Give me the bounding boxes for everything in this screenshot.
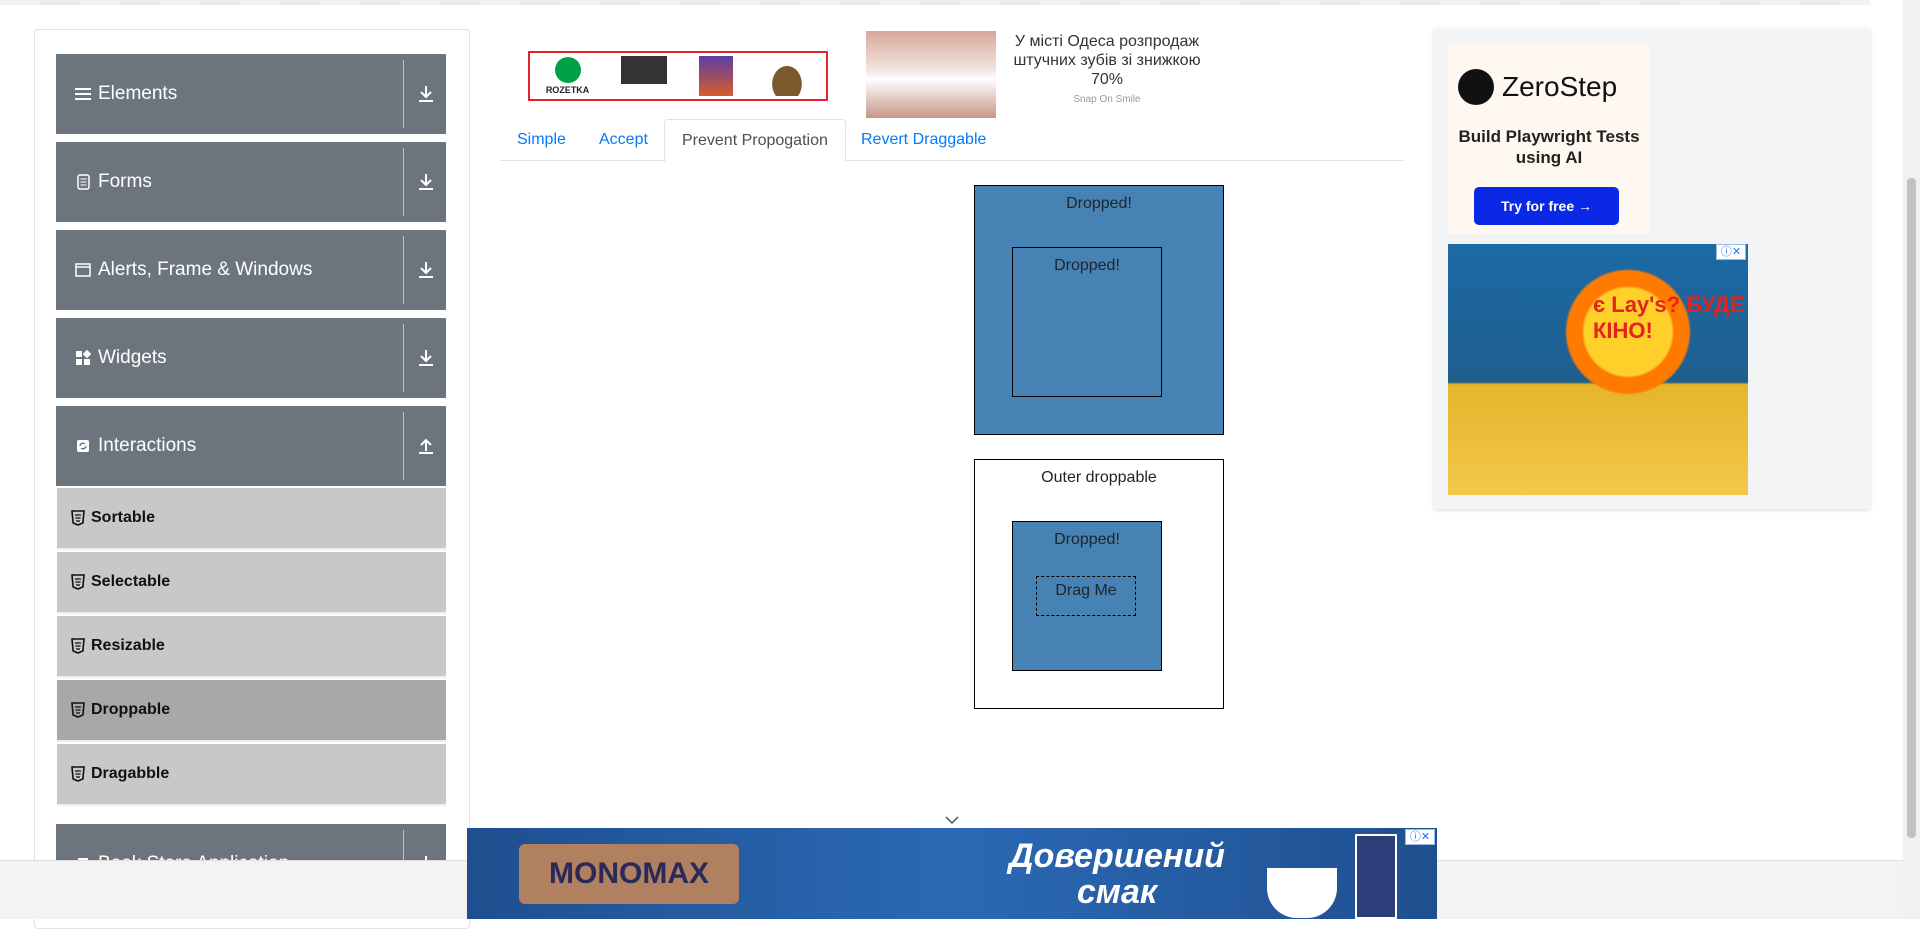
html5-icon (71, 766, 85, 782)
scrollbar-thumb[interactable] (1907, 178, 1916, 838)
divider (403, 324, 404, 392)
monomax-slogan: Довершений смак (1009, 837, 1225, 911)
tab-revert-draggable[interactable]: Revert Draggable (844, 119, 1003, 161)
html5-icon (71, 702, 85, 718)
top-decorative-strip (0, 0, 1870, 5)
sidebar-item-label: Dragabble (91, 765, 170, 782)
greedy-drop-box-inner[interactable]: Dropped! (1012, 247, 1162, 397)
lays-ad-text: є Lay's? БУДЕ КІНО! (1593, 292, 1745, 343)
zerostep-ad[interactable]: ZeroStep Build Playwright Tests using AI… (1448, 44, 1650, 234)
group-label: Widgets (98, 347, 167, 368)
rozetka-banner-ad[interactable]: ROZETKA (528, 51, 828, 101)
document-icon (74, 173, 92, 191)
upload-arrow-icon[interactable] (414, 434, 438, 458)
inner-dropped-label: Dropped! (1054, 531, 1120, 548)
zerostep-name: ZeroStep (1502, 71, 1618, 102)
sidebar-item-droppable[interactable]: Droppable (57, 680, 446, 742)
tab-prevent-propogation[interactable]: Prevent Propogation (664, 119, 846, 162)
sidebar-item-label: Selectable (91, 573, 171, 590)
monitor-product-image (620, 56, 667, 96)
download-arrow-icon[interactable] (414, 258, 438, 282)
monomax-ad[interactable]: MONOMAX Довершений смак (467, 828, 1437, 919)
hamburger-icon (74, 85, 92, 103)
adchoices-icon[interactable]: ⓘ✕ (1405, 829, 1435, 845)
group-header-elements[interactable]: Elements (56, 54, 446, 134)
left-sidebar: Elements Forms Alerts, Frame & Windows W… (34, 29, 470, 929)
sidebar-item-label: Resizable (91, 637, 165, 654)
game-product-image (698, 56, 733, 96)
window-icon (74, 261, 92, 279)
group-label: Forms (98, 171, 152, 192)
rozetka-logo: ROZETKA (545, 57, 590, 95)
download-arrow-icon[interactable] (414, 82, 438, 106)
coffee-cup-image (1267, 868, 1337, 918)
group-header-alerts[interactable]: Alerts, Frame & Windows (56, 230, 446, 310)
html5-icon (71, 574, 85, 590)
grid-icon (74, 349, 92, 367)
sidebar-item-label: Droppable (91, 701, 171, 718)
group-label: Alerts, Frame & Windows (98, 259, 313, 280)
lays-ad[interactable]: є Lay's? БУДЕ КІНО! (1448, 244, 1748, 495)
download-arrow-icon[interactable] (414, 170, 438, 194)
greedy-outer-label: Dropped! (1066, 195, 1132, 212)
html5-icon (71, 510, 85, 526)
divider (403, 236, 404, 304)
outer-droppable-label: Outer droppable (1041, 469, 1157, 486)
dentures-ad-source: Snap On Smile (1073, 94, 1141, 105)
dentures-ad-image[interactable] (866, 31, 996, 118)
sidebar-item-sortable[interactable]: Sortable (57, 488, 446, 550)
tab-accept[interactable]: Accept (582, 119, 665, 161)
sidebar-item-selectable[interactable]: Selectable (57, 552, 446, 614)
divider (403, 60, 404, 128)
greedy-inner-label: Dropped! (1054, 257, 1120, 274)
group-header-forms[interactable]: Forms (56, 142, 446, 222)
drag-me-box[interactable]: Drag Me (1036, 576, 1136, 616)
divider (403, 148, 404, 216)
group-label: Elements (98, 83, 178, 104)
sidebar-item-resizable[interactable]: Resizable (57, 616, 446, 678)
monomax-brand: MONOMAX (519, 844, 739, 904)
zerostep-logo-icon (1458, 69, 1494, 105)
rozetka-smile-icon (554, 57, 581, 83)
tab-simple[interactable]: Simple (500, 119, 583, 161)
divider (403, 412, 404, 480)
page-scrollbar[interactable] (1903, 0, 1920, 919)
group-header-widgets[interactable]: Widgets (56, 318, 446, 398)
download-arrow-icon[interactable] (414, 346, 438, 370)
zerostep-tagline: Build Playwright Tests using AI (1458, 127, 1640, 167)
dentures-ad-text[interactable]: У місті Одеса розпродаж штучних зубів зі… (996, 32, 1218, 89)
coffee-pack-image (1355, 834, 1397, 919)
sidebar-item-dragabble[interactable]: Dragabble (57, 744, 446, 806)
group-header-interactions[interactable]: Interactions (56, 406, 446, 486)
adchoices-icon[interactable]: ⓘ✕ (1716, 244, 1746, 260)
group-label: Interactions (98, 435, 197, 456)
boots-product-image (764, 56, 811, 96)
droppable-tabs: Simple Accept Prevent Propogation Revert… (500, 119, 1403, 162)
try-for-free-button[interactable]: Try for free → (1474, 187, 1619, 225)
chevron-down-icon[interactable] (944, 814, 960, 826)
rozetka-label: ROZETKA (545, 85, 590, 95)
html5-icon (71, 638, 85, 654)
refresh-icon (74, 437, 92, 455)
sidebar-item-label: Sortable (91, 509, 156, 526)
